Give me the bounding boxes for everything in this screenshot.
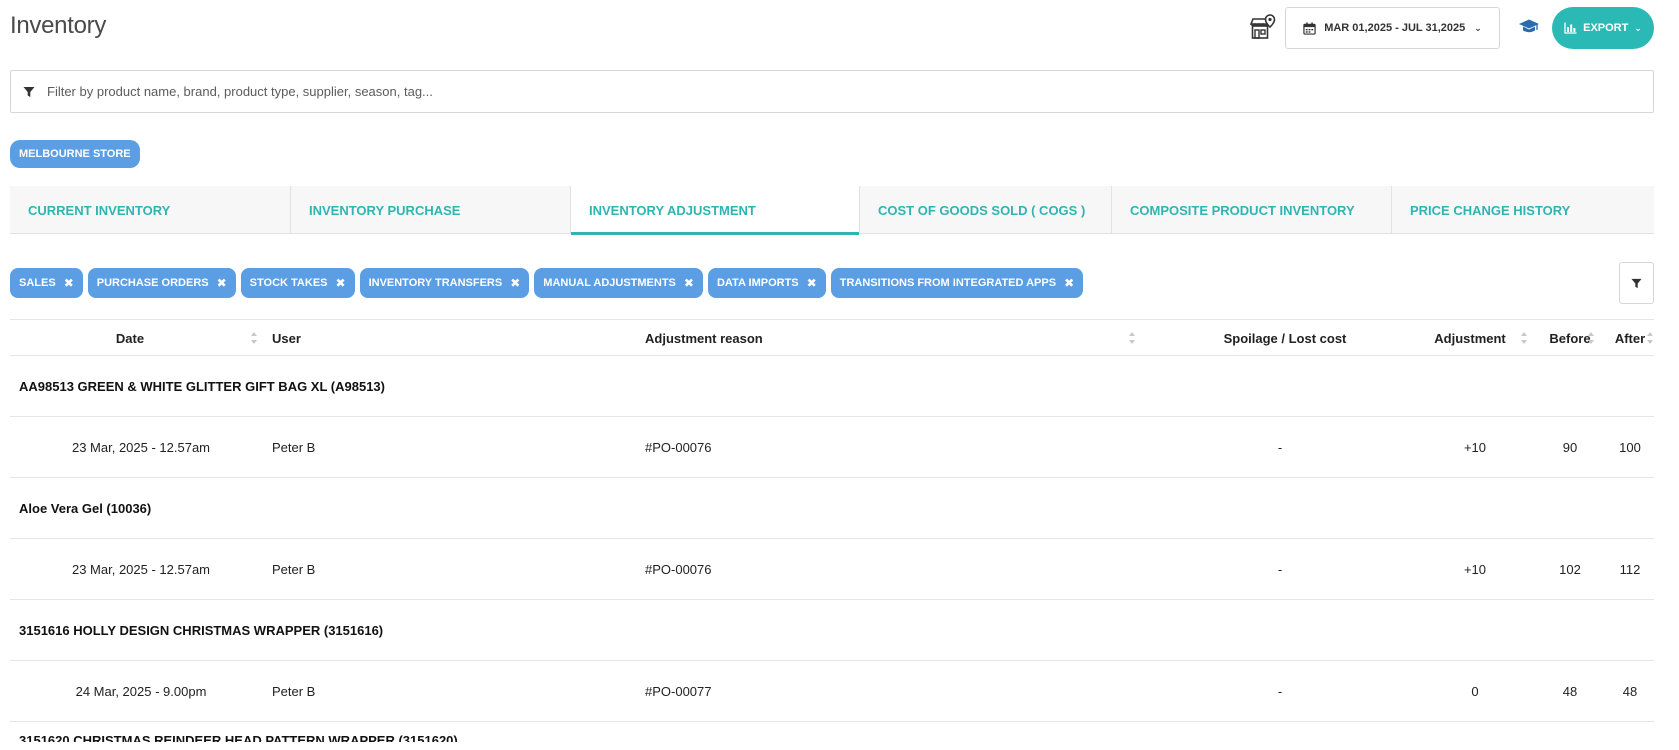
date-range-button[interactable]: MAR 01,2025 - JUL 31,2025 ⌄ xyxy=(1285,7,1500,49)
chevron-down-icon: ⌄ xyxy=(1634,22,1642,33)
sort-icon[interactable] xyxy=(1587,331,1595,345)
tab-inventory-purchase[interactable]: INVENTORY PURCHASE xyxy=(291,186,571,234)
export-label: EXPORT xyxy=(1583,22,1629,34)
calendar-icon xyxy=(1303,21,1316,35)
store-location-icon[interactable] xyxy=(1248,13,1276,41)
cell-adjustment: +10 xyxy=(1463,439,1487,455)
cell-after: 48 xyxy=(1622,683,1638,699)
product-group-row: 3151620 CHRISTMAS REINDEER HEAD PATTERN … xyxy=(19,733,458,742)
filter-icon xyxy=(1631,278,1642,288)
cell-before: 90 xyxy=(1562,439,1578,455)
bar-chart-icon xyxy=(1564,22,1577,34)
chip-purchase-orders[interactable]: PURCHASE ORDERS ✖ xyxy=(87,268,236,298)
cell-after: 112 xyxy=(1619,561,1641,577)
page-title: Inventory xyxy=(10,12,107,39)
column-adjustment[interactable]: Adjustment xyxy=(1410,320,1530,356)
tab-inventory-adjustment[interactable]: INVENTORY ADJUSTMENT xyxy=(571,186,860,235)
cell-date: 23 Mar, 2025 - 12.57am xyxy=(71,439,211,455)
sort-icon[interactable] xyxy=(250,331,258,345)
cell-date: 23 Mar, 2025 - 12.57am xyxy=(71,561,211,577)
table-filter-button[interactable] xyxy=(1619,262,1654,304)
store-selector-button[interactable]: MELBOURNE STORE xyxy=(10,140,140,168)
column-date[interactable]: Date xyxy=(10,320,250,356)
product-filter-input[interactable] xyxy=(47,84,1607,99)
close-icon[interactable]: ✖ xyxy=(64,276,74,290)
product-group-row: AA98513 GREEN & WHITE GLITTER GIFT BAG X… xyxy=(10,356,1654,417)
store-label: MELBOURNE STORE xyxy=(19,148,131,160)
graduation-cap-icon[interactable] xyxy=(1518,18,1540,36)
chip-sales[interactable]: SALES ✖ xyxy=(10,268,83,298)
export-button[interactable]: EXPORT ⌄ xyxy=(1552,7,1654,49)
date-range-label: MAR 01,2025 - JUL 31,2025 xyxy=(1324,22,1466,34)
adjustment-table: Date User Adjustment reason Spoilage / L… xyxy=(10,319,1654,742)
close-icon[interactable]: ✖ xyxy=(807,276,817,290)
chip-stock-takes[interactable]: STOCK TAKES ✖ xyxy=(240,268,355,298)
product-filter-bar xyxy=(10,70,1654,113)
close-icon[interactable]: ✖ xyxy=(684,276,694,290)
column-user[interactable]: User xyxy=(272,320,301,356)
chip-data-imports[interactable]: DATA IMPORTS ✖ xyxy=(707,268,826,298)
close-icon[interactable]: ✖ xyxy=(1064,276,1074,290)
chevron-down-icon: ⌄ xyxy=(1474,22,1482,33)
tab-current-inventory[interactable]: CURRENT INVENTORY xyxy=(10,186,291,234)
sort-icon[interactable] xyxy=(1128,331,1136,345)
table-row[interactable]: 23 Mar, 2025 - 12.57am Peter B #PO-00076… xyxy=(10,539,1654,600)
table-row[interactable]: 24 Mar, 2025 - 9.00pm Peter B #PO-00077 … xyxy=(10,661,1654,722)
tab-price-change-history[interactable]: PRICE CHANGE HISTORY xyxy=(1392,186,1654,234)
cell-user: Peter B xyxy=(272,683,316,699)
close-icon[interactable]: ✖ xyxy=(336,276,346,290)
product-group-row: Aloe Vera Gel (10036) xyxy=(10,478,1654,539)
column-adjustment-reason[interactable]: Adjustment reason xyxy=(645,320,763,356)
cell-user: Peter B xyxy=(272,439,316,455)
cell-date: 24 Mar, 2025 - 9.00pm xyxy=(75,683,207,699)
cell-user: Peter B xyxy=(272,561,316,577)
adjustment-type-chips: SALES ✖ PURCHASE ORDERS ✖ STOCK TAKES ✖ INV… xyxy=(10,268,1084,298)
chip-transitions-from-integrated-apps[interactable]: TRANSITIONS FROM INTEGRATED APPS ✖ xyxy=(830,268,1084,298)
tab-cogs[interactable]: COST OF GOODS SOLD ( COGS ) xyxy=(860,186,1112,234)
cell-adjustment-reason[interactable]: #PO-00077 xyxy=(645,661,712,721)
cell-before: 102 xyxy=(1559,561,1581,577)
chip-inventory-transfers[interactable]: INVENTORY TRANSFERS ✖ xyxy=(359,268,530,298)
tab-composite-product-inventory[interactable]: COMPOSITE PRODUCT INVENTORY xyxy=(1112,186,1392,234)
sort-icon[interactable] xyxy=(1646,331,1654,345)
cell-after: 100 xyxy=(1619,439,1641,455)
cell-adjustment-reason[interactable]: #PO-00076 xyxy=(645,539,712,599)
sort-icon[interactable] xyxy=(1520,331,1528,345)
chip-manual-adjustments[interactable]: MANUAL ADJUSTMENTS ✖ xyxy=(534,268,703,298)
cell-spoilage: - xyxy=(1277,683,1283,699)
close-icon[interactable]: ✖ xyxy=(510,276,520,290)
close-icon[interactable]: ✖ xyxy=(217,276,227,290)
cell-adjustment-reason[interactable]: #PO-00076 xyxy=(645,417,712,477)
cell-adjustment: 0 xyxy=(1471,683,1479,699)
column-spoilage-lost-cost[interactable]: Spoilage / Lost cost xyxy=(1200,320,1370,356)
inventory-tabs: CURRENT INVENTORY INVENTORY PURCHASE INV… xyxy=(10,186,1654,235)
table-row[interactable]: 23 Mar, 2025 - 12.57am Peter B #PO-00076… xyxy=(10,417,1654,478)
filter-icon xyxy=(23,86,35,97)
page-header: Inventory MAR 01,2025 - JUL 31,2025 ⌄ EX… xyxy=(0,0,1679,60)
cell-spoilage: - xyxy=(1277,439,1283,455)
product-group-row: 3151616 HOLLY DESIGN CHRISTMAS WRAPPER (… xyxy=(10,600,1654,661)
cell-before: 48 xyxy=(1562,683,1578,699)
cell-spoilage: - xyxy=(1277,561,1283,577)
cell-adjustment: +10 xyxy=(1463,561,1487,577)
table-header: Date User Adjustment reason Spoilage / L… xyxy=(10,319,1654,356)
